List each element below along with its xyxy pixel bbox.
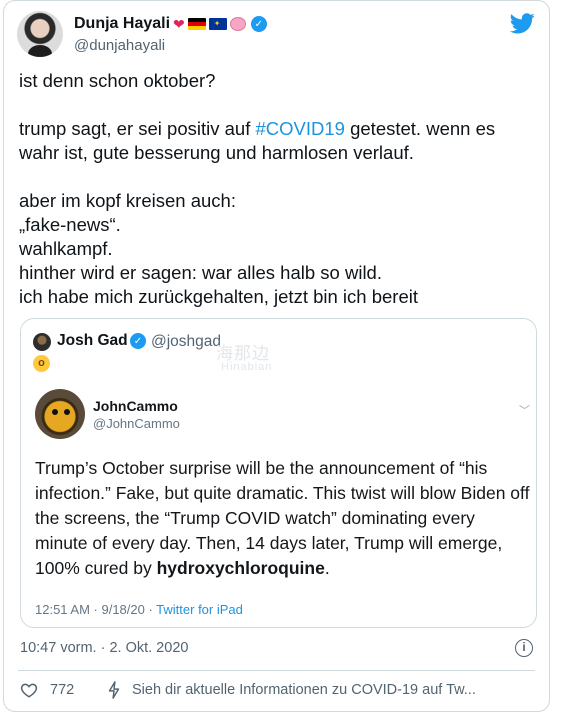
quote-verified-badge-icon: ✓ xyxy=(130,333,146,349)
like-count[interactable]: 772 xyxy=(50,682,74,698)
like-heart-icon[interactable] xyxy=(20,681,38,699)
lightning-bolt-icon xyxy=(108,681,120,699)
watermark-subtitle: Hinabian xyxy=(221,361,273,373)
info-icon[interactable]: i xyxy=(515,639,533,657)
twitter-logo-icon[interactable] xyxy=(510,13,535,34)
tweet-line-2-start: trump sagt, er sei positiv auf xyxy=(19,118,256,139)
embedded-author-handle: @JohnCammo xyxy=(93,416,180,431)
tweet-footer: 772 Sieh dir aktuelle Informationen zu C… xyxy=(20,679,533,703)
embedded-source-link: Twitter for iPad xyxy=(156,602,243,617)
verified-badge-icon: ✓ xyxy=(250,16,267,32)
quote-author-name: Josh Gad xyxy=(57,332,128,349)
german-flag-icon xyxy=(187,18,206,30)
tweet-body: ist denn schon oktober? trump sagt, er s… xyxy=(19,69,539,309)
divider xyxy=(18,670,535,671)
tweet-card: Dunja Hayali ❤ ✓ @dunjahayali ist denn s… xyxy=(3,0,550,712)
tweet-header: Dunja Hayali ❤ ✓ @dunjahayali xyxy=(17,11,537,59)
astonished-face-icon: o xyxy=(33,355,50,372)
embedded-tweet-meta: 12:51 AM · 9/18/20 · Twitter for iPad xyxy=(35,602,243,617)
covid-info-link[interactable]: Sieh dir aktuelle Informationen zu COVID… xyxy=(132,682,476,698)
tweet-line-3: aber im kopf kreisen auch: „fake-news“. … xyxy=(19,190,418,307)
quoted-tweet[interactable]: Josh Gad ✓ @joshgad o 海那边 Hinabian JohnC… xyxy=(20,318,537,628)
embedded-time-date: 12:51 AM · 9/18/20 · xyxy=(35,602,157,617)
author-display-name[interactable]: Dunja Hayali xyxy=(74,15,170,33)
chevron-down-icon: ﹀ xyxy=(519,405,530,417)
embedded-text-bold: hydroxychloroquine xyxy=(156,558,325,578)
embedded-tweet-text: Trump’s October surprise will be the ann… xyxy=(35,456,530,581)
hashtag-link[interactable]: #COVID19 xyxy=(256,118,345,139)
eu-flag-icon xyxy=(208,18,227,30)
author-name-row[interactable]: Dunja Hayali ❤ ✓ xyxy=(74,15,267,33)
author-handle[interactable]: @dunjahayali xyxy=(74,37,165,54)
author-avatar[interactable] xyxy=(17,11,63,57)
tweet-timestamp[interactable]: 10:47 vorm. · 2. Okt. 2020 xyxy=(20,640,188,656)
quote-author-avatar xyxy=(33,333,51,351)
embedded-text-end: . xyxy=(324,558,330,578)
embedded-author-avatar xyxy=(35,389,85,439)
brain-icon xyxy=(229,17,246,31)
heart-icon: ❤ xyxy=(173,16,185,32)
tweet-line-1: ist denn schon oktober? xyxy=(19,70,216,91)
embedded-author-name: JohnCammo xyxy=(93,398,178,414)
quote-author-handle: @joshgad xyxy=(151,333,222,350)
